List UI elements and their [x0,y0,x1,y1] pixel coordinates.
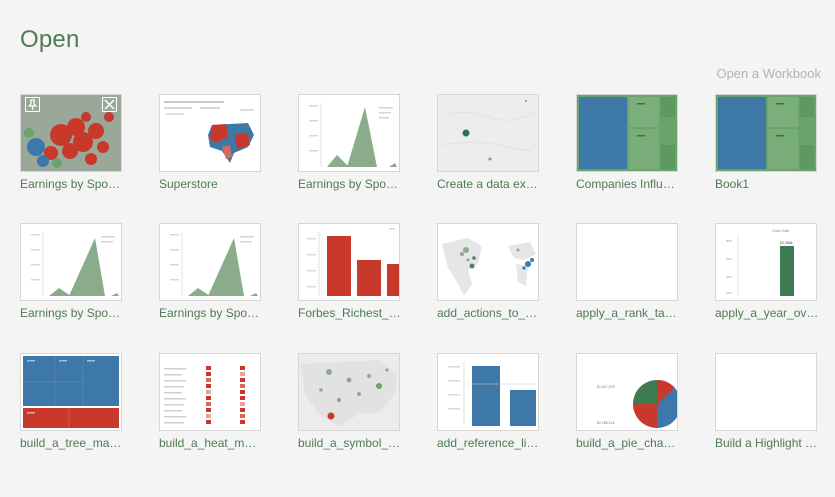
workbook-label: Earnings by Spo… [298,177,399,191]
workbook-label: build_a_pie_cha… [576,436,676,450]
workbook-tile[interactable]: Build a Highlight … [715,353,817,479]
workbook-tile[interactable]: Earnings by Spo… [20,94,122,220]
map-dashboard-thumbnail [164,101,254,163]
single-bar-thumbnail: Order Date $2,358k 80% 60% 40% 20% [726,229,794,296]
heatmap-thumbnail [164,366,245,424]
workbook-thumbnail [437,223,539,301]
workbook-thumbnail [20,353,122,431]
workbook-label: Build a Highlight … [715,436,818,450]
pin-icon[interactable] [25,97,40,112]
thumb-tick: 20% [726,291,732,295]
workbook-tile[interactable]: Create a data ex… [437,94,539,220]
workbook-label: build_a_symbol_… [298,436,401,450]
area-chart-thumbnail [31,232,119,296]
workbook-label: Earnings by Spo… [159,306,260,320]
workbook-thumbnail: $1,017,275 $2,185,144 [576,353,678,431]
workbook-label: Create a data ex… [437,177,538,191]
workbook-label: Companies Influ… [576,177,675,191]
pie-label: $2,185,144 [597,421,615,425]
workbook-thumbnail [715,353,817,431]
workbook-tile[interactable]: Forbes_Richest_… [298,223,401,349]
workbook-label: Earnings by Spo… [20,177,121,191]
treemap-thumbnail [716,95,816,171]
workbook-label: Forbes_Richest_… [298,306,401,320]
workbook-thumbnail [437,94,539,172]
symbol-map-thumbnail [299,354,399,430]
blank-thumbnail [577,224,677,300]
workbook-label: Earnings by Spo… [20,306,121,320]
workbook-thumbnail [576,223,678,301]
workbook-tile[interactable]: build_a_heat_m… [159,353,261,479]
workbook-thumbnail [298,223,400,301]
workbook-tile[interactable]: Earnings by Spo… [159,223,261,349]
workbook-thumbnail [159,353,261,431]
workbook-tile[interactable]: add_reference_li… [437,353,539,479]
workbook-tile[interactable]: Order Date $2,358k 80% 60% 40% 20% apply… [715,223,818,349]
workbook-label: Superstore [159,177,218,191]
workbook-label: add_actions_to_… [437,306,538,320]
thumb-value: $2,358k [780,241,793,245]
world-map-thumbnail [442,238,536,296]
workbook-thumbnail: Order Date $2,358k 80% 60% 40% 20% [715,223,817,301]
map-dots-thumbnail [438,95,538,171]
thumb-tick: 80% [726,239,732,243]
workbook-tile[interactable]: Earnings by Spo… [20,223,122,349]
area-chart-thumbnail [309,103,397,167]
workbook-thumbnail [298,94,400,172]
workbook-tile[interactable]: Book1 [715,94,817,220]
pie-label: $1,017,275 [597,385,615,389]
workbook-thumbnail [159,94,261,172]
blank-thumbnail [716,354,816,430]
workbook-thumbnail [20,94,122,172]
workbook-thumbnail [576,94,678,172]
workbook-tile[interactable]: apply_a_rank_ta… [576,223,678,349]
workbook-tile[interactable]: Earnings by Spo… [298,94,400,220]
workbook-thumbnail [437,353,539,431]
workbook-label: add_reference_li… [437,436,539,450]
workbook-thumbnail [715,94,817,172]
treemap-thumbnail [577,95,677,171]
thumb-tick: 60% [726,257,732,261]
treemap-thumbnail [23,356,119,428]
workbook-label: apply_a_rank_ta… [576,306,677,320]
area-chart-thumbnail [170,232,258,296]
workbook-tile[interactable]: add_actions_to_… [437,223,539,349]
workbook-tile[interactable]: Companies Influ… [576,94,678,220]
workbook-tile[interactable]: build_a_symbol_… [298,353,400,479]
workbook-tile[interactable]: $1,017,275 $2,185,144 build_a_pie_cha… [576,353,678,479]
workbook-thumbnail [159,223,261,301]
close-icon[interactable] [102,97,117,112]
bar-chart-thumbnail [307,228,399,296]
thumb-title: Order Date [772,229,789,233]
workbook-thumbnail [20,223,122,301]
workbook-label: build_a_heat_m… [159,436,257,450]
workbook-tile[interactable]: Superstore [159,94,261,220]
bar-chart-thumbnail [448,362,536,426]
thumb-tick: 40% [726,275,732,279]
workbook-label: Book1 [715,177,750,191]
workbook-tile[interactable]: build_a_tree_ma… [20,353,122,479]
workbook-grid: Earnings by Spo… Superstore Earnings by … [0,0,835,497]
workbook-label: build_a_tree_ma… [20,436,122,450]
workbook-thumbnail [298,353,400,431]
workbook-label: apply_a_year_ov… [715,306,819,320]
pie-chart-thumbnail: $1,017,275 $2,185,144 [597,379,677,428]
